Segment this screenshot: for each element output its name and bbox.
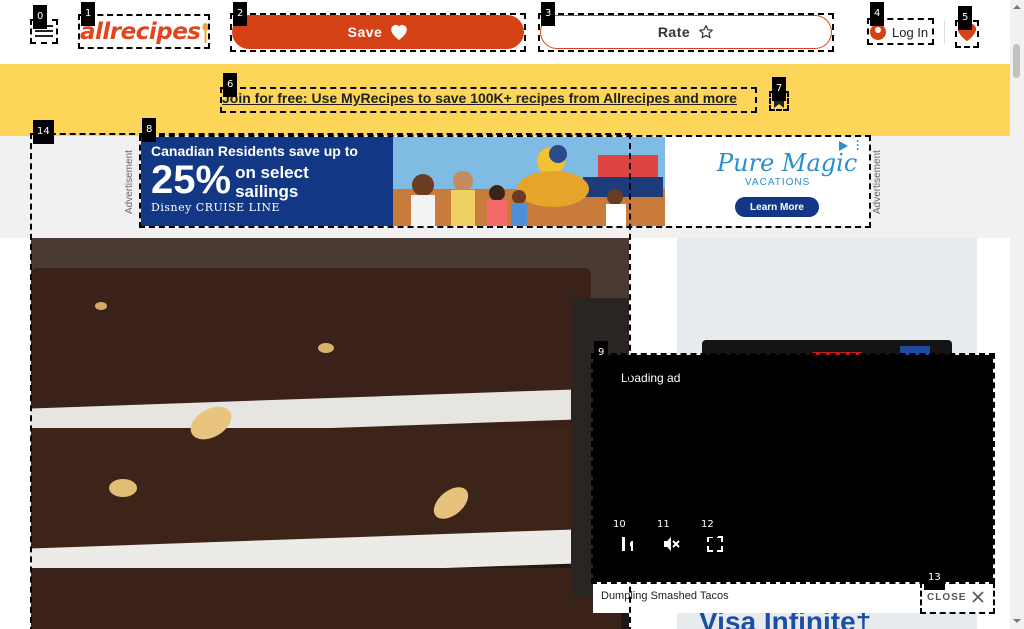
som-tag: 5 (958, 6, 973, 30)
logo-text: allrecipes (80, 19, 201, 45)
ad-brand: Disney CRUISE LINE (151, 201, 280, 214)
ad-offer-line2: sailings (235, 182, 299, 201)
menu-line (35, 35, 53, 37)
close-x-icon (972, 591, 985, 603)
ad-cta-button[interactable]: Learn More (735, 197, 819, 217)
som-tag: 14 (33, 120, 54, 144)
site-header: allrecipes Save Rate Log In (0, 0, 1010, 64)
ad-offer: 25% on select sailings (151, 159, 383, 201)
rate-label: Rate (657, 24, 691, 40)
star-icon (699, 25, 714, 39)
ad-partner-title: Pure Magic (717, 149, 858, 177)
ad-photo-art (393, 137, 665, 226)
som-tag: 12 (697, 513, 718, 537)
ad-label: Advertisement (124, 150, 135, 215)
brownie-photo (31, 238, 629, 629)
ad-partner-subtitle: VACATIONS (745, 177, 811, 188)
som-tag: 4 (870, 2, 885, 26)
ad-offer-line1: on select (235, 163, 309, 182)
scroll-up-arrow-icon[interactable] (1011, 2, 1023, 12)
som-tag: 9 (594, 341, 609, 365)
login-label: Log In (892, 24, 929, 40)
leaderboard-ad[interactable]: Canadian Residents save up to 25% on sele… (141, 137, 869, 226)
som-tag: 1 (81, 2, 96, 26)
adchoices-icon[interactable] (837, 140, 849, 152)
ad-menu-icon[interactable]: · · · (856, 137, 864, 155)
som-tag: 10 (609, 513, 630, 537)
video-player[interactable] (593, 355, 993, 582)
save-button[interactable]: Save (232, 15, 524, 49)
video-title[interactable]: Dumpling Smashed Tacos (601, 590, 729, 602)
fullscreen-icon[interactable] (706, 535, 724, 553)
som-tag: 0 (33, 5, 48, 29)
page: allrecipes Save Rate Log In Join for fre… (0, 0, 1024, 629)
menu-line (35, 30, 53, 32)
recipe-hero-image (31, 238, 629, 629)
heart-icon (391, 24, 408, 40)
close-video-button[interactable]: CLOSE (927, 587, 985, 607)
ad-offer-text: on select sailings (235, 163, 309, 201)
som-tag: 2 (233, 2, 248, 26)
allrecipes-logo[interactable]: allrecipes (80, 15, 209, 49)
header-divider (944, 20, 945, 44)
ad-photo (393, 137, 665, 226)
som-tag: 13 (924, 566, 945, 590)
som-tag: 11 (653, 513, 674, 537)
ad-label: Advertisement (872, 150, 883, 215)
page-scrollbar[interactable] (1010, 0, 1024, 629)
scroll-down-arrow-icon[interactable] (1011, 616, 1023, 626)
som-tag: 6 (223, 73, 238, 97)
close-label: CLOSE (927, 591, 967, 603)
ad-headline: Canadian Residents save up to (151, 143, 358, 159)
scrollbar-thumb[interactable] (1013, 44, 1020, 78)
spoon-icon (202, 22, 209, 43)
som-tag: 7 (772, 77, 787, 101)
save-label: Save (347, 24, 383, 40)
pause-icon[interactable] (619, 535, 637, 553)
som-tag: 8 (142, 118, 157, 142)
myrecipes-promo-link[interactable]: Join for free: Use MyRecipes to save 100… (222, 90, 737, 106)
user-icon (870, 24, 886, 40)
rate-button[interactable]: Rate (540, 15, 832, 49)
ad-offer-panel: Canadian Residents save up to 25% on sele… (141, 137, 393, 226)
ad-percent: 25% (151, 158, 232, 202)
video-loading-text: Loading ad (621, 371, 681, 385)
som-tag: 3 (541, 2, 556, 26)
volume-mute-icon[interactable] (662, 535, 680, 553)
